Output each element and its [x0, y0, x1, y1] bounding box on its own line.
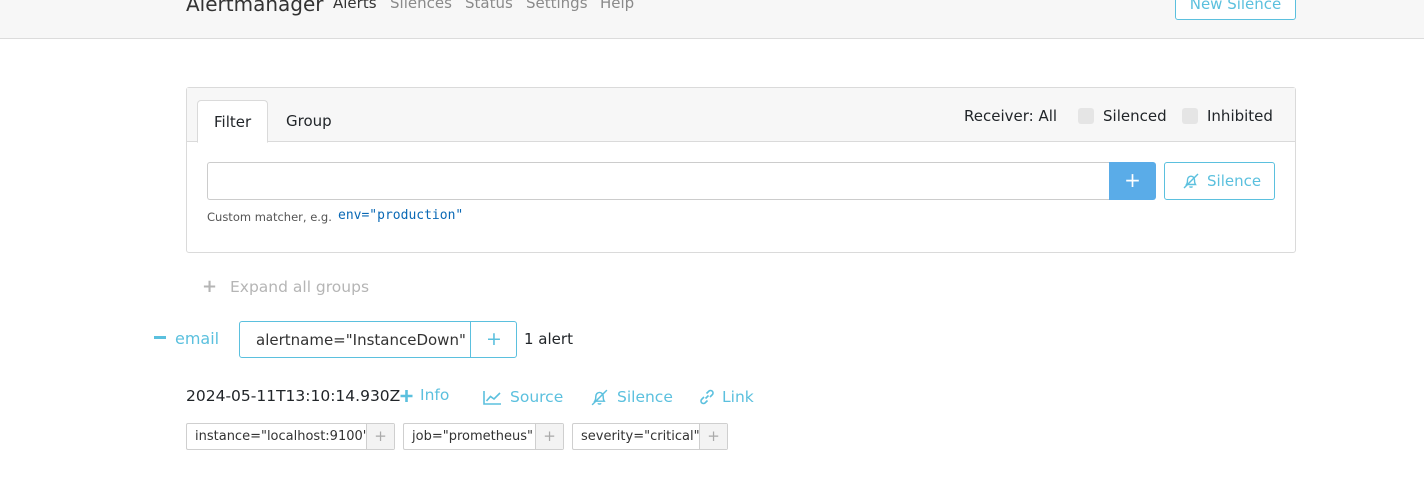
- plus-icon: +: [202, 276, 218, 297]
- silence-filter-label: Silence: [1207, 172, 1262, 190]
- add-filter-button[interactable]: +: [1109, 162, 1156, 200]
- alert-timestamp: 2024-05-11T13:10:14.930Z: [186, 387, 401, 405]
- matcher-hint: Custom matcher, e.g.: [207, 210, 332, 224]
- label-add-button[interactable]: +: [699, 424, 727, 449]
- label-job: job="prometheus" +: [403, 423, 564, 450]
- label-add-button[interactable]: +: [535, 424, 563, 449]
- filter-card-header: Filter Group Receiver: All Silenced Inhi…: [187, 88, 1295, 143]
- group-collapse-toggle[interactable]: email: [154, 329, 219, 348]
- expand-all-label: Expand all groups: [230, 278, 370, 296]
- silenced-checkbox[interactable]: [1078, 108, 1094, 124]
- silence-alert-label: Silence: [617, 388, 673, 406]
- brand-title[interactable]: Alertmanager: [186, 0, 324, 16]
- nav-help[interactable]: Help: [600, 0, 634, 12]
- nav-status[interactable]: Status: [465, 0, 513, 12]
- nav-settings[interactable]: Settings: [526, 0, 588, 12]
- plus-icon: [400, 390, 413, 402]
- silence-filter-button[interactable]: Silence: [1164, 162, 1275, 200]
- label-text[interactable]: job="prometheus": [412, 429, 533, 444]
- label-add-button[interactable]: +: [366, 424, 394, 449]
- group-receiver: email: [175, 329, 220, 348]
- nav-alerts[interactable]: Alerts: [333, 0, 377, 12]
- link-label: Link: [722, 388, 754, 406]
- label-severity: severity="critical" +: [572, 423, 728, 450]
- expand-all-groups[interactable]: + Expand all groups: [202, 276, 369, 297]
- tab-filter[interactable]: Filter: [197, 100, 269, 143]
- label-text[interactable]: instance="localhost:9100": [195, 429, 369, 444]
- label-instance: instance="localhost:9100" +: [186, 423, 395, 450]
- inhibited-label[interactable]: Inhibited: [1207, 107, 1273, 125]
- bell-slash-icon: [591, 389, 608, 406]
- bell-slash-icon: [1183, 173, 1199, 189]
- inhibited-checkbox[interactable]: [1182, 108, 1198, 124]
- minus-icon: [154, 336, 166, 339]
- group-matcher-text[interactable]: alertname="InstanceDown": [256, 331, 466, 349]
- label-text[interactable]: severity="critical": [581, 429, 700, 444]
- link-icon: [700, 389, 714, 405]
- chart-line-icon: [483, 391, 501, 405]
- info-label: Info: [420, 386, 450, 404]
- receiver-select[interactable]: Receiver: All: [964, 107, 1057, 125]
- filter-card: Filter Group Receiver: All Silenced Inhi…: [186, 87, 1296, 253]
- nav-silences[interactable]: Silences: [390, 0, 452, 12]
- silenced-label[interactable]: Silenced: [1103, 107, 1167, 125]
- tab-group[interactable]: Group: [270, 100, 348, 142]
- new-silence-button[interactable]: New Silence: [1175, 0, 1296, 20]
- navbar: Alertmanager Alerts Silences Status Sett…: [0, 0, 1424, 39]
- filter-input[interactable]: [207, 162, 1110, 200]
- source-label: Source: [510, 388, 564, 406]
- alert-count: 1 alert: [524, 330, 573, 348]
- matcher-example: env="production": [338, 208, 464, 223]
- group-matcher-add-button[interactable]: +: [470, 322, 517, 357]
- group-matcher: alertname="InstanceDown" +: [239, 321, 517, 358]
